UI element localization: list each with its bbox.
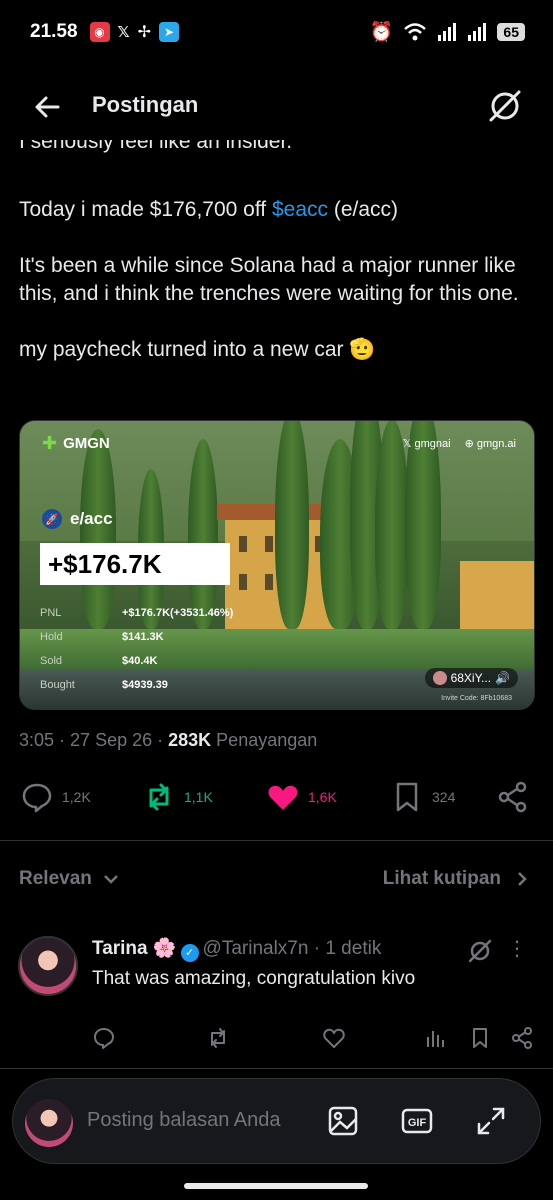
x-handle: 𝕏 gmgnai bbox=[402, 438, 451, 450]
image-icon[interactable] bbox=[325, 1103, 361, 1139]
sort-relevance-dropdown[interactable]: Relevan bbox=[19, 868, 120, 890]
reply-input[interactable] bbox=[87, 1109, 307, 1132]
status-time: 21.58 bbox=[30, 21, 78, 42]
bookmark-icon bbox=[396, 782, 418, 812]
chevron-down-icon bbox=[103, 875, 118, 884]
chevron-right-icon bbox=[518, 872, 527, 886]
reply-time: · 1 detik bbox=[313, 938, 382, 959]
share-icon bbox=[498, 781, 527, 813]
volume-toggle[interactable]: 68XiY... 🔊 bbox=[424, 668, 518, 688]
system-icons: ⏰ 65 bbox=[370, 20, 525, 44]
heart-filled-icon bbox=[268, 785, 298, 810]
reply-actions bbox=[0, 1026, 553, 1056]
user-avatar bbox=[432, 671, 447, 685]
reply-text: That was amazing, congratulation kivo bbox=[92, 968, 416, 989]
more-options-icon[interactable]: ⋮ bbox=[507, 936, 527, 961]
share-button[interactable] bbox=[496, 780, 530, 814]
reply-handle: @Tarinalx7n bbox=[202, 938, 309, 959]
divider bbox=[0, 840, 553, 841]
website: ⊕ gmgn.ai bbox=[464, 438, 516, 450]
stat-row: PNL +$176.7K(+3531.46%) bbox=[40, 607, 234, 619]
bookmark-button[interactable]: 324 bbox=[390, 780, 455, 814]
rocket-icon: 🚀 bbox=[42, 509, 62, 529]
cypress-tree bbox=[275, 421, 309, 629]
signal-icon-2 bbox=[468, 23, 487, 41]
top-bar: Postingan bbox=[0, 76, 553, 136]
divider bbox=[0, 1068, 553, 1069]
stat-row: Sold $40.4K bbox=[40, 655, 158, 667]
gif-icon[interactable]: GIF bbox=[399, 1103, 435, 1139]
tweet-body: Today i made $176,700 off $eacc (e/acc) … bbox=[19, 196, 534, 392]
svg-text:GIF: GIF bbox=[408, 1117, 427, 1129]
expand-icon[interactable] bbox=[473, 1103, 509, 1139]
tweet-meta: 3:05 · 27 Sep 26 · 283K Penayangan bbox=[19, 730, 318, 750]
cashtag-link[interactable]: $eacc bbox=[272, 198, 328, 221]
invite-code: Invite Code: 8Fb10683 bbox=[441, 695, 512, 702]
pinwheel-icon: ✢ bbox=[137, 24, 152, 41]
speaker-icon: 🔊 bbox=[495, 671, 510, 685]
stat-row: Hold $141.3K bbox=[40, 631, 164, 643]
reply-header: Tarina 🌸 ✓ @Tarinalx7n · 1 detik bbox=[92, 936, 381, 962]
reply-button[interactable]: 1,2K bbox=[20, 780, 91, 814]
views-count: 283K bbox=[168, 730, 212, 750]
notification-icons: ◉ 𝕏 ✢ ➤ bbox=[89, 22, 180, 42]
reply-author-name[interactable]: Tarina 🌸 bbox=[92, 938, 177, 959]
back-arrow-icon[interactable] bbox=[32, 92, 62, 122]
share-icon bbox=[512, 1027, 532, 1049]
reply-icon bbox=[22, 783, 52, 813]
wifi-icon bbox=[404, 23, 427, 41]
cypress-tree bbox=[405, 421, 441, 629]
x-app-icon: 𝕏 bbox=[117, 24, 130, 41]
repost-button[interactable]: 1,1K bbox=[142, 780, 213, 814]
repost-button[interactable] bbox=[206, 1026, 230, 1055]
views-button[interactable] bbox=[424, 1026, 448, 1055]
tweet-text-cut: I seriously feel like an insider. bbox=[19, 140, 293, 153]
pnl-amount: +$176.7K bbox=[40, 543, 230, 585]
repost-icon bbox=[211, 1028, 225, 1048]
cypress-tree bbox=[375, 421, 409, 629]
bar-chart-icon bbox=[427, 1031, 444, 1047]
telegram-icon: ➤ bbox=[159, 22, 180, 42]
tweet-paragraph-3: my paycheck turned into a new car 🫡 bbox=[19, 338, 376, 361]
tweet-paragraph-2: It's been a while since Solana had a maj… bbox=[19, 254, 519, 305]
cypress-tree bbox=[80, 429, 116, 629]
like-button[interactable]: 1,6K bbox=[266, 780, 337, 814]
avatar bbox=[25, 1099, 73, 1147]
stat-row: Bought $4939.39 bbox=[40, 679, 168, 691]
view-quotes-link[interactable]: Lihat kutipan bbox=[383, 868, 529, 890]
tweet-media-image[interactable]: ✚ GMGN 𝕏 gmgnai ⊕ gmgn.ai 🚀 e/acc +$176.7K… bbox=[19, 420, 535, 710]
share-button[interactable] bbox=[510, 1026, 534, 1055]
heart-icon bbox=[323, 1028, 345, 1048]
home-indicator[interactable] bbox=[184, 1183, 368, 1189]
verified-badge-icon: ✓ bbox=[180, 944, 199, 962]
gmgn-logo: ✚ GMGN bbox=[42, 433, 110, 453]
app-notification-icon: ◉ bbox=[89, 22, 110, 42]
alarm-icon: ⏰ bbox=[369, 22, 394, 43]
frog-icon: ✚ bbox=[42, 433, 58, 453]
status-bar: 21.58 ◉ 𝕏 ✢ ➤ ⏰ 65 bbox=[0, 0, 553, 64]
stats-table: PNL +$176.7K(+3531.46%) Hold $141.3K Sold $… bbox=[40, 601, 233, 697]
reply-icon bbox=[94, 1028, 114, 1049]
signal-icon bbox=[438, 23, 457, 41]
reply-button[interactable] bbox=[92, 1026, 116, 1055]
villa-building-2 bbox=[460, 561, 534, 631]
battery-indicator: 65 bbox=[497, 23, 525, 41]
bookmark-button[interactable] bbox=[468, 1026, 492, 1055]
avatar[interactable] bbox=[18, 936, 78, 996]
repost-icon bbox=[149, 783, 169, 811]
grok-icon[interactable] bbox=[467, 938, 493, 964]
gmgn-links: 𝕏 gmgnai ⊕ gmgn.ai bbox=[403, 437, 516, 450]
grok-icon[interactable] bbox=[487, 88, 523, 124]
bookmark-icon bbox=[473, 1028, 487, 1048]
page-title: Postingan bbox=[92, 92, 199, 117]
reply-composer: GIF bbox=[12, 1078, 541, 1164]
like-button[interactable] bbox=[322, 1026, 346, 1055]
tweet-actions: 1,2K 1,1K 1,6K 324 bbox=[0, 780, 553, 820]
token-label: 🚀 e/acc bbox=[42, 509, 113, 529]
tweet-paragraph-1: Today i made $176,700 off $eacc (e/acc) bbox=[19, 198, 399, 221]
